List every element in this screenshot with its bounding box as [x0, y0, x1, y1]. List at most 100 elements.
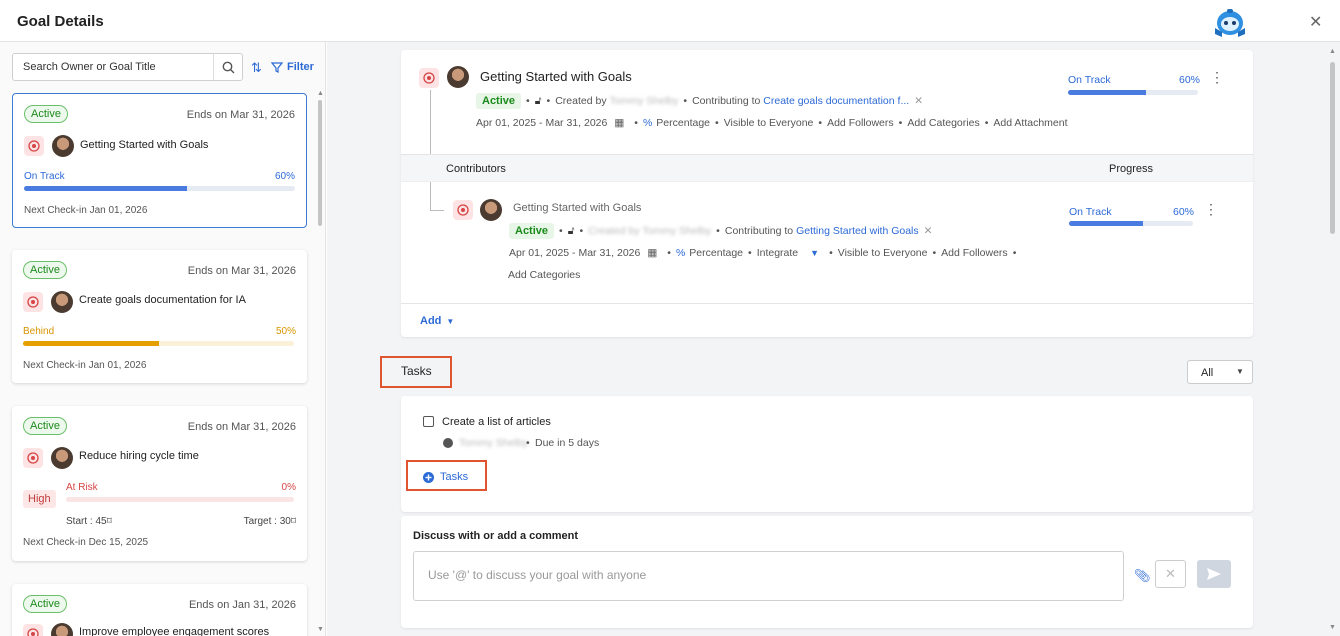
visibility[interactable]: Visible to Everyone: [724, 117, 814, 129]
goal-panel: Getting Started with Goals Active • 🔓︎ •…: [401, 50, 1253, 337]
chevron-down-icon: ▼: [1236, 367, 1244, 376]
task-owner-avatar: [443, 438, 453, 448]
goal-title: Reduce hiring cycle time: [79, 450, 199, 462]
contributing-to-link[interactable]: Getting Started with Goals: [796, 225, 919, 237]
search-input[interactable]: [13, 54, 213, 80]
contributing-to-link[interactable]: Create goals documentation f...: [763, 95, 909, 107]
sidebar-scrollbar[interactable]: [318, 100, 322, 226]
search-icon[interactable]: [213, 54, 243, 80]
sort-icon[interactable]: ⇅: [251, 60, 262, 76]
goal-meta-row-2: Apr 01, 2025 - Mar 31, 2026 ▦ • % Percen…: [476, 117, 1068, 129]
contributors-header: Contributors: [446, 163, 506, 175]
goal-title: Create goals documentation for IA: [79, 294, 246, 306]
send-comment-button[interactable]: [1197, 560, 1231, 588]
goal-title: Getting Started with Goals: [80, 139, 209, 151]
add-followers-link[interactable]: Add Followers: [827, 117, 894, 129]
avatar: [51, 623, 73, 636]
progress-percent: 0%: [281, 482, 296, 493]
avatar: [51, 291, 73, 313]
add-task-highlight: [406, 460, 487, 491]
progress-status: Behind: [23, 326, 55, 337]
comment-panel: Discuss with or add a comment Use '@' to…: [401, 516, 1253, 628]
comment-input[interactable]: Use '@' to discuss your goal with anyone: [413, 551, 1124, 601]
end-date: Ends on Jan 31, 2026: [188, 599, 296, 611]
contributors-header-bar: Contributors Progress: [401, 154, 1253, 182]
end-date: Ends on Mar 31, 2026: [186, 109, 295, 121]
integrate-dropdown[interactable]: Integrate: [757, 247, 798, 259]
progress-bar-fill: [24, 186, 187, 191]
goal-meta-row: Active • 🔓︎ • Created by Tommy Shelby • …: [476, 93, 923, 109]
progress-status: At Risk: [66, 482, 98, 493]
scroll-up-icon[interactable]: ▲: [1329, 48, 1336, 55]
progress-bar: [66, 497, 294, 502]
tasks-filter-select[interactable]: All ▼: [1187, 360, 1253, 384]
goal-target-icon: [419, 68, 439, 88]
unlock-icon[interactable]: 🔓︎: [535, 95, 542, 108]
close-icon[interactable]: ✕: [1309, 12, 1322, 32]
add-contributor-button[interactable]: Add ▼: [420, 315, 454, 327]
attachment-icon[interactable]: 📎︎: [1134, 568, 1151, 584]
task-checkbox[interactable]: [423, 416, 434, 427]
goal-target-icon: [23, 624, 43, 636]
target-value: Target : 30⌑: [243, 516, 296, 527]
main-scrollbar[interactable]: [1330, 62, 1335, 234]
chevron-down-icon[interactable]: ▼: [810, 248, 819, 258]
tasks-filter-value: All: [1201, 367, 1214, 379]
metric-type[interactable]: Percentage: [656, 117, 710, 129]
status-badge: Active: [23, 261, 67, 279]
status-chip[interactable]: Active: [476, 93, 522, 109]
calendar-icon[interactable]: ▦: [647, 247, 657, 259]
tree-connector: [430, 90, 431, 210]
task-due: Due in 5 days: [535, 437, 600, 449]
cancel-comment-button[interactable]: ✕: [1155, 560, 1186, 588]
start-value: Start : 45⌑: [66, 516, 112, 527]
progress-status: On Track: [1069, 206, 1112, 218]
more-options-icon[interactable]: ⋮: [1210, 69, 1224, 86]
progress-percent: 60%: [274, 171, 295, 182]
bookmark-icon: ⌑: [290, 516, 296, 527]
goal-card[interactable]: Active Ends on Mar 31, 2026 Create goals…: [12, 250, 307, 383]
goal-detail-main: Getting Started with Goals Active • 🔓︎ •…: [327, 42, 1340, 636]
task-owner: Tommy Shelby: [459, 437, 528, 449]
add-categories-link[interactable]: Add Categories: [508, 269, 580, 281]
status-badge: Active: [24, 105, 68, 123]
unlock-icon[interactable]: 🔓︎: [568, 225, 575, 238]
goal-list-sidebar: ⇅ Filter Active Ends on Mar 31, 2026 Get…: [0, 42, 326, 636]
add-followers-link[interactable]: Add Followers: [941, 247, 1008, 259]
created-by-name: Tommy Shelby: [609, 95, 679, 107]
more-options-icon[interactable]: ⋮: [1204, 201, 1218, 218]
goal-card[interactable]: Active Ends on Mar 31, 2026 Reduce hirin…: [12, 406, 307, 561]
assistant-bot-icon[interactable]: [1210, 6, 1250, 42]
goal-card[interactable]: Active Ends on Mar 31, 2026 Getting Star…: [12, 93, 307, 228]
metric-type[interactable]: Percentage: [689, 247, 743, 259]
percentage-icon: %: [675, 247, 686, 259]
status-badge: Active: [23, 417, 67, 435]
header: Goal Details ✕: [0, 0, 1340, 42]
scroll-up-icon[interactable]: ▲: [317, 90, 324, 97]
progress-bar: [1069, 221, 1193, 226]
add-categories-link[interactable]: Add Categories: [907, 117, 979, 129]
task-title[interactable]: Create a list of articles: [442, 416, 551, 428]
status-badge: Active: [23, 595, 67, 613]
scroll-down-icon[interactable]: ▼: [317, 626, 324, 633]
avatar: [52, 135, 74, 157]
add-label: Add: [420, 315, 442, 327]
goal-card[interactable]: Active Ends on Jan 31, 2026 Improve empl…: [12, 584, 307, 636]
comment-placeholder: Use '@' to discuss your goal with anyone: [428, 568, 647, 582]
status-chip[interactable]: Active: [509, 223, 555, 239]
created-by: Created by Tommy Shelby: [588, 225, 712, 237]
remove-link-icon[interactable]: ✕: [914, 95, 923, 107]
contributing-label: Contributing to: [692, 95, 761, 107]
contributor-goal-title[interactable]: Getting Started with Goals: [513, 202, 641, 214]
calendar-icon[interactable]: ▦: [614, 117, 624, 129]
add-attachment-link[interactable]: Add Attachment: [993, 117, 1067, 129]
progress-header: Progress: [1109, 163, 1154, 175]
filter-button[interactable]: Filter: [271, 61, 314, 73]
visibility[interactable]: Visible to Everyone: [838, 247, 928, 259]
scroll-down-icon[interactable]: ▼: [1329, 624, 1336, 631]
progress-percent: 60%: [1179, 74, 1201, 86]
search-box: [12, 53, 243, 81]
goal-title: Getting Started with Goals: [480, 69, 632, 84]
progress-bar-fill: [23, 341, 159, 346]
remove-link-icon[interactable]: ✕: [924, 225, 933, 237]
